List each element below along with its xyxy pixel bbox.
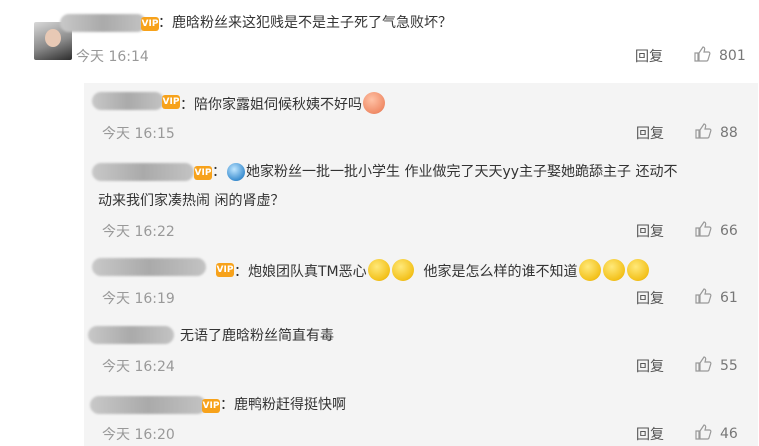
reply-text-continued: 动来我们家凑热闹 闲的肾虚？ — [98, 193, 285, 209]
vip-badge-icon: VIP — [141, 17, 159, 31]
thumbs-up-icon — [695, 221, 712, 237]
reply-button[interactable]: 回复 — [636, 123, 664, 143]
doraemon-emoji-icon — [227, 163, 245, 181]
smiley-emoji-icon — [367, 259, 390, 281]
like-count: 55 — [720, 358, 738, 374]
reply-text: ：陪你家露姐伺候秋姨不好吗 — [180, 92, 386, 114]
thumbs-up-icon — [694, 46, 711, 62]
reply-button[interactable]: 回复 — [636, 356, 664, 376]
username-redacted[interactable] — [92, 92, 164, 110]
thumbs-up-icon — [695, 123, 712, 139]
smiley-emoji-icon — [602, 259, 625, 281]
comment-text: ：鹿晗粉丝来这犯贱是不是主子死了气急败坏？ — [158, 15, 452, 31]
vip-badge-icon: VIP — [202, 399, 220, 413]
smiley-emoji-icon — [578, 259, 601, 281]
like-button[interactable]: 66 — [694, 220, 738, 239]
vip-badge-icon: VIP — [194, 166, 212, 180]
comment-panel: VIP ：鹿晗粉丝来这犯贱是不是主子死了气急败坏？ 今天 16:14 回复 80… — [14, 8, 758, 446]
smiley-emoji-icon — [626, 259, 649, 281]
reply-time: 今天 16:19 — [102, 291, 175, 307]
reply-text: ：她家粉丝一批一批小学生 作业做完了天天yy主子娶她跪舔主子 还动不 — [212, 163, 678, 181]
vip-badge-icon: VIP — [216, 263, 234, 277]
reply-button[interactable]: 回复 — [636, 288, 664, 308]
like-button[interactable]: 61 — [694, 287, 738, 306]
reply-time: 今天 16:20 — [102, 427, 175, 443]
reply-text: ：鹿鸭粉赶得挺快啊 — [220, 397, 346, 413]
smiley-emoji-icon — [391, 259, 414, 281]
reply-button[interactable]: 回复 — [636, 221, 664, 241]
like-button[interactable]: 801 — [693, 45, 746, 64]
username-redacted[interactable] — [88, 326, 174, 344]
username-redacted[interactable] — [92, 258, 206, 276]
like-button[interactable]: 55 — [694, 355, 738, 374]
reply-button[interactable]: 回复 — [635, 46, 663, 66]
like-count: 88 — [720, 125, 738, 141]
like-count: 61 — [720, 290, 738, 306]
reply-text: ：炮娘团队真TM恶心 他家是怎么样的谁不知道 — [234, 259, 650, 281]
comment-time: 今天 16:14 — [76, 49, 149, 65]
like-button[interactable]: 88 — [694, 122, 738, 141]
username-redacted[interactable] — [90, 396, 206, 414]
reply-list: VIP ：陪你家露姐伺候秋姨不好吗 今天 16:15 回复 88 VIP ：她家… — [84, 83, 758, 446]
like-count: 46 — [720, 426, 738, 442]
thumbs-up-icon — [695, 356, 712, 372]
thumbs-up-icon — [695, 288, 712, 304]
like-button[interactable]: 46 — [694, 423, 738, 442]
like-count: 66 — [720, 223, 738, 239]
username-redacted[interactable] — [60, 14, 146, 32]
reply-button[interactable]: 回复 — [636, 424, 664, 444]
pig-emoji-icon — [363, 92, 385, 114]
like-count: 801 — [719, 48, 746, 64]
reply-time: 今天 16:15 — [102, 126, 175, 142]
reply-time: 今天 16:22 — [102, 224, 175, 240]
reply-text: 无语了鹿晗粉丝简直有毒 — [180, 328, 334, 344]
vip-badge-icon: VIP — [162, 95, 180, 109]
thumbs-up-icon — [695, 424, 712, 440]
reply-time: 今天 16:24 — [102, 359, 175, 375]
username-redacted[interactable] — [92, 163, 194, 181]
